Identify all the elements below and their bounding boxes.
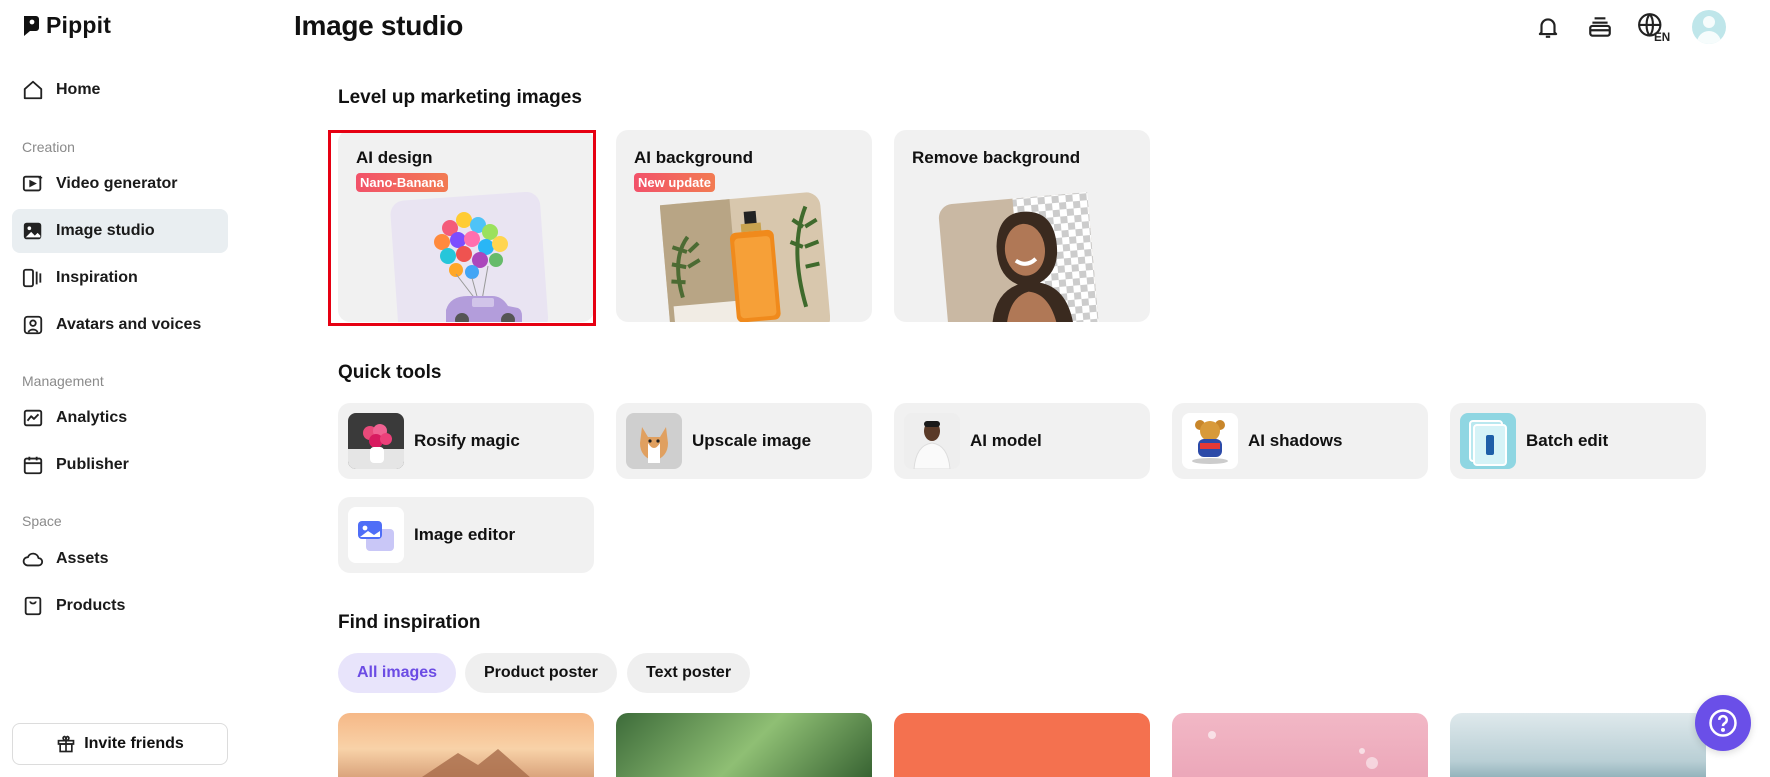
card-remove-background[interactable]: Remove background [894,130,1150,322]
invite-friends-button[interactable]: Invite friends [12,723,228,765]
product-box-icon [24,596,42,616]
upscale-image-thumbnail [626,413,682,469]
inspiration-card[interactable] [894,713,1150,777]
tool-label: Upscale image [692,431,812,450]
inspiration-thumbnail [422,749,530,777]
tool-label: AI model [970,431,1042,450]
header-actions: EN [1532,10,1726,44]
rosify-magic-thumbnail [348,413,404,469]
sidebar-item-video-generator[interactable]: Video generator [12,162,228,206]
sidebar: Pippit Home Creation Video generator Ima… [0,0,250,777]
ai-background-illustration [660,192,830,322]
tool-rosify-magic[interactable]: Rosify magic [338,403,594,479]
sidebar-item-assets[interactable]: Assets [12,537,228,581]
image-studio-icon [23,222,42,240]
gift-icon [57,735,75,753]
tool-ai-model[interactable]: AI model [894,403,1150,479]
analytics-icon [23,409,43,427]
card-ai-background[interactable]: AI background New update [616,130,872,322]
home-icon [23,80,43,100]
video-generator-icon [22,175,43,192]
tool-label: Image editor [414,525,516,544]
chip-product-poster[interactable]: Product poster [465,653,617,693]
bell-icon [1538,18,1558,38]
sidebar-item-products[interactable]: Products [12,584,228,628]
chip-all-images[interactable]: All images [338,653,457,693]
card-title: AI design [356,148,433,167]
sidebar-item-label: Image studio [56,222,155,239]
sidebar-item-label: Home [56,81,101,98]
section-label-creation: Creation [22,139,75,155]
tool-label: Batch edit [1526,431,1609,450]
batch-edit-thumbnail [1460,413,1516,469]
sidebar-item-label: Products [56,597,126,614]
language-button[interactable]: EN [1636,11,1672,43]
subscription-button[interactable] [1584,11,1616,43]
sidebar-item-label: Analytics [56,409,128,426]
inspiration-thumbnail [1208,731,1378,769]
layers-icon [1589,17,1611,37]
ai-design-illustration [390,192,549,322]
tool-label: Rosify magic [414,431,520,450]
sidebar-item-label: Video generator [56,175,178,192]
tool-upscale-image[interactable]: Upscale image [616,403,872,479]
inspiration-card[interactable] [616,713,872,777]
sidebar-item-image-studio[interactable]: Image studio [12,209,228,253]
ai-model-thumbnail [904,413,960,469]
sidebar-item-analytics[interactable]: Analytics [12,396,228,440]
sidebar-item-label: Avatars and voices [56,316,202,333]
marketing-heading: Level up marketing images [338,87,582,108]
card-badge: New update [634,173,715,192]
card-title: AI background [634,148,754,167]
app-root: Pippit Home Creation Video generator Ima… [0,0,1770,777]
section-label-space: Space [22,513,62,529]
notifications-button[interactable] [1532,11,1564,43]
language-code: EN [1654,31,1670,42]
inspiration-card[interactable] [1172,713,1428,777]
brand-name: Pippit [46,12,112,38]
tool-label: AI shadows [1248,431,1343,450]
sidebar-item-publisher[interactable]: Publisher [12,443,228,487]
invite-friends-label: Invite friends [84,735,184,752]
inspiration-icon [22,268,42,288]
card-badge: Nano-Banana [356,173,448,192]
sidebar-item-label: Inspiration [56,269,138,286]
sidebar-item-inspiration[interactable]: Inspiration [12,256,228,300]
find-inspiration-heading: Find inspiration [338,612,481,633]
page-title: Image studio [294,10,464,41]
chip-text-poster[interactable]: Text poster [627,653,751,693]
tool-ai-shadows[interactable]: AI shadows [1172,403,1428,479]
inspiration-card[interactable] [1450,713,1706,777]
brand-logo[interactable]: Pippit [22,12,111,39]
globe-icon: EN [1638,13,1670,42]
image-editor-thumbnail [348,507,404,563]
card-ai-design[interactable]: AI design Nano-Banana [338,130,594,322]
sidebar-item-avatars-and-voices[interactable]: Avatars and voices [12,303,228,347]
remove-background-illustration [938,192,1100,322]
sidebar-item-label: Assets [56,550,109,567]
ai-shadows-thumbnail [1182,413,1238,469]
card-title: Remove background [912,148,1081,167]
quick-tools-heading: Quick tools [338,362,442,383]
inspiration-card[interactable] [338,713,594,777]
user-avatar[interactable] [1692,10,1726,44]
avatar-voice-icon [23,315,43,335]
pippit-logo-icon [24,15,39,36]
calendar-icon [23,456,43,475]
tool-batch-edit[interactable]: Batch edit [1450,403,1706,479]
sidebar-item-home[interactable]: Home [12,68,228,112]
sidebar-item-label: Publisher [56,456,129,473]
section-label-management: Management [22,373,104,389]
question-icon [1709,709,1737,737]
help-button[interactable] [1695,695,1751,751]
cloud-icon [22,552,44,567]
tool-image-editor[interactable]: Image editor [338,497,594,573]
